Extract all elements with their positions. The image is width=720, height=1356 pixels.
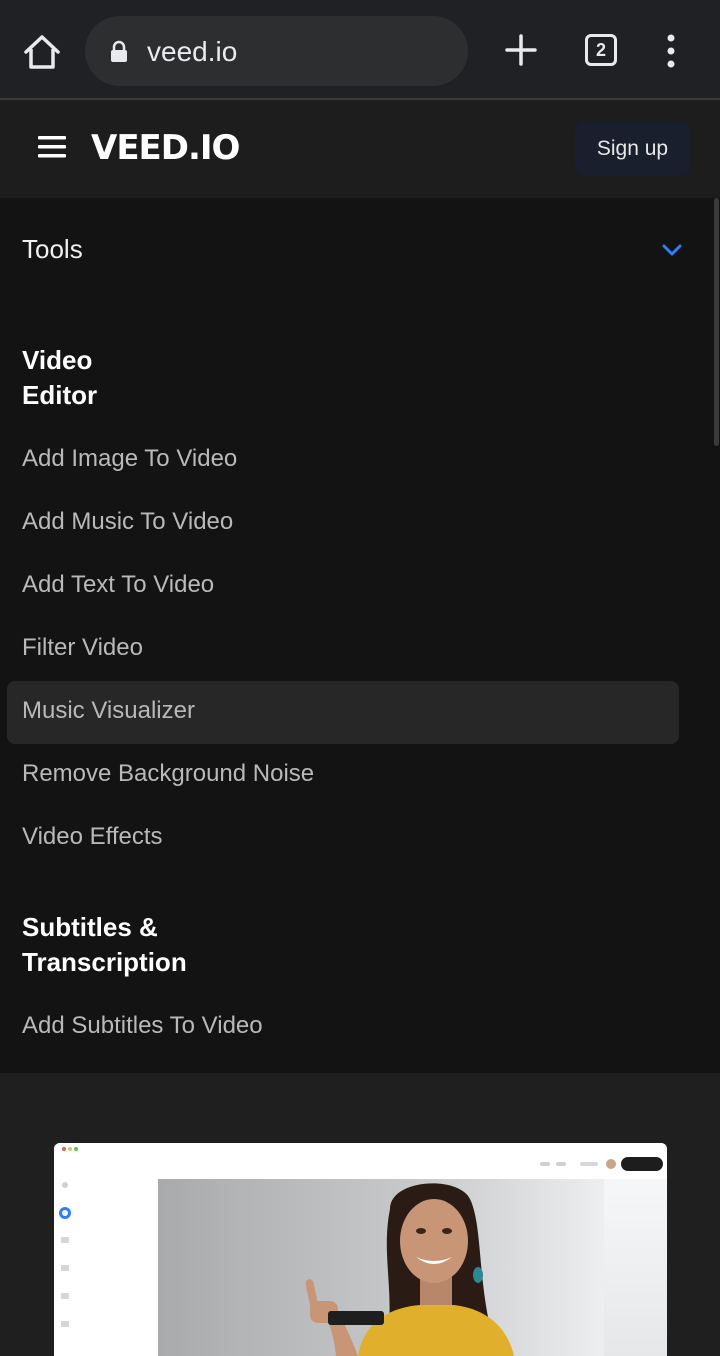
preview-sidebar [54, 1175, 78, 1356]
menu-link-filter-video[interactable]: Filter Video [22, 634, 143, 662]
tools-dropdown-label[interactable]: Tools [22, 234, 83, 265]
veed-logo[interactable]: VEED.IO [91, 128, 240, 168]
hamburger-menu-icon[interactable] [38, 136, 66, 158]
url-text: veed.io [147, 36, 238, 67]
preview-window-light [604, 1179, 667, 1356]
menu-link-remove-background-noise[interactable]: Remove Background Noise [22, 760, 314, 788]
menu-link-add-subtitles-to-video[interactable]: Add Subtitles To Video [22, 1012, 263, 1040]
chevron-down-icon[interactable] [662, 243, 682, 257]
address-bar[interactable]: veed.io [85, 16, 468, 86]
menu-link-add-image-to-video[interactable]: Add Image To Video [22, 445, 237, 473]
tab-switcher-button[interactable]: 2 [585, 34, 617, 66]
preview-toolbar [54, 1143, 667, 1175]
section-title-subtitles-transcription: Subtitles & Transcription [22, 912, 187, 977]
scrollbar[interactable] [714, 198, 719, 446]
preview-video-frame [158, 1179, 667, 1356]
section-title-video-editor: Video Editor [22, 345, 98, 410]
browser-toolbar: veed.io 2 [0, 0, 720, 100]
editor-preview-image [54, 1143, 667, 1356]
more-options-icon[interactable] [664, 34, 678, 68]
new-tab-icon[interactable] [503, 32, 539, 68]
menu-link-add-music-to-video[interactable]: Add Music To Video [22, 508, 233, 536]
menu-link-video-effects[interactable]: Video Effects [22, 823, 163, 851]
presenter-figure [305, 1183, 514, 1356]
menu-link-music-visualizer[interactable]: Music Visualizer [22, 697, 195, 725]
menu-link-add-text-to-video[interactable]: Add Text To Video [22, 571, 214, 599]
signup-button[interactable]: Sign up [575, 121, 690, 176]
lock-icon [109, 40, 129, 62]
home-icon[interactable] [22, 32, 62, 72]
